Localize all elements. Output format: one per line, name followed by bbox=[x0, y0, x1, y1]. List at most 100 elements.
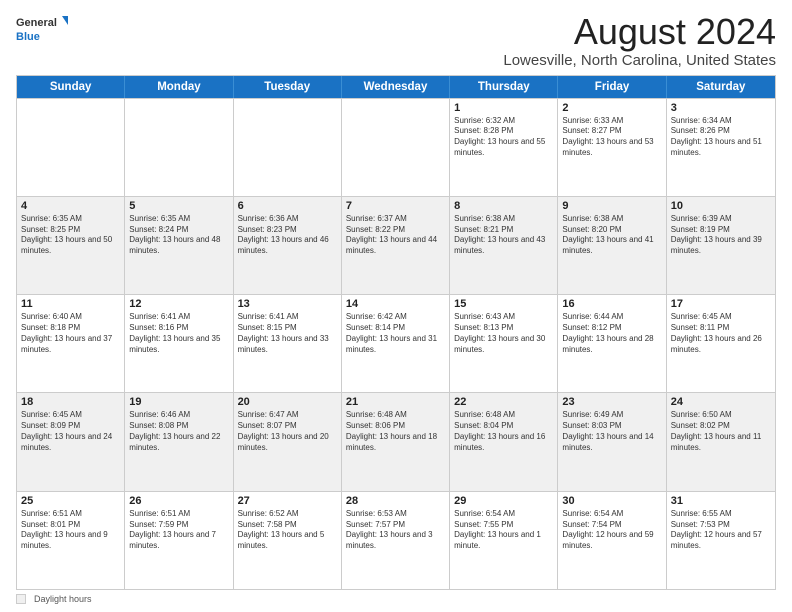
day-info: Sunrise: 6:52 AMSunset: 7:58 PMDaylight:… bbox=[238, 509, 337, 552]
calendar-cell: 23 Sunrise: 6:49 AMSunset: 8:03 PMDayligh… bbox=[558, 393, 666, 490]
day-info: Sunrise: 6:45 AMSunset: 8:11 PMDaylight:… bbox=[671, 312, 771, 355]
calendar-header-cell: Saturday bbox=[667, 76, 775, 98]
day-number: 16 bbox=[562, 298, 661, 310]
day-number: 29 bbox=[454, 495, 553, 507]
calendar-header: SundayMondayTuesdayWednesdayThursdayFrid… bbox=[17, 76, 775, 98]
day-info: Sunrise: 6:51 AMSunset: 7:59 PMDaylight:… bbox=[129, 509, 228, 552]
calendar-cell: 7 Sunrise: 6:37 AMSunset: 8:22 PMDaylight… bbox=[342, 197, 450, 294]
day-number: 18 bbox=[21, 396, 120, 408]
calendar-cell: 9 Sunrise: 6:38 AMSunset: 8:20 PMDaylight… bbox=[558, 197, 666, 294]
day-number: 13 bbox=[238, 298, 337, 310]
calendar-header-cell: Sunday bbox=[17, 76, 125, 98]
day-number: 22 bbox=[454, 396, 553, 408]
calendar-week-1: 1 Sunrise: 6:32 AMSunset: 8:28 PMDaylight… bbox=[17, 98, 775, 196]
day-info: Sunrise: 6:36 AMSunset: 8:23 PMDaylight:… bbox=[238, 214, 337, 257]
page: General Blue August 2024 Lowesville, Nor… bbox=[0, 0, 792, 612]
calendar-cell: 16 Sunrise: 6:44 AMSunset: 8:12 PMDayligh… bbox=[558, 295, 666, 392]
calendar-cell: 6 Sunrise: 6:36 AMSunset: 8:23 PMDaylight… bbox=[234, 197, 342, 294]
calendar-cell: 22 Sunrise: 6:48 AMSunset: 8:04 PMDayligh… bbox=[450, 393, 558, 490]
day-info: Sunrise: 6:38 AMSunset: 8:21 PMDaylight:… bbox=[454, 214, 553, 257]
day-number: 31 bbox=[671, 495, 771, 507]
subtitle: Lowesville, North Carolina, United State… bbox=[503, 52, 776, 69]
calendar-cell: 1 Sunrise: 6:32 AMSunset: 8:28 PMDaylight… bbox=[450, 99, 558, 196]
calendar-cell: 11Sunrise: 6:40 AMSunset: 8:18 PMDayligh… bbox=[17, 295, 125, 392]
svg-text:General: General bbox=[16, 17, 57, 29]
day-number: 9 bbox=[562, 200, 661, 212]
calendar-header-cell: Monday bbox=[125, 76, 233, 98]
svg-text:Blue: Blue bbox=[16, 31, 40, 43]
calendar-cell: 3Sunrise: 6:34 AMSunset: 8:26 PMDaylight… bbox=[667, 99, 775, 196]
day-number: 21 bbox=[346, 396, 445, 408]
calendar-cell: 27Sunrise: 6:52 AMSunset: 7:58 PMDayligh… bbox=[234, 492, 342, 589]
day-number: 4 bbox=[21, 200, 120, 212]
day-info: Sunrise: 6:32 AMSunset: 8:28 PMDaylight:… bbox=[454, 116, 553, 159]
day-info: Sunrise: 6:48 AMSunset: 8:04 PMDaylight:… bbox=[454, 410, 553, 453]
day-info: Sunrise: 6:39 AMSunset: 8:19 PMDaylight:… bbox=[671, 214, 771, 257]
calendar-header-cell: Tuesday bbox=[234, 76, 342, 98]
day-number: 17 bbox=[671, 298, 771, 310]
day-info: Sunrise: 6:46 AMSunset: 8:08 PMDaylight:… bbox=[129, 410, 228, 453]
calendar-cell: 8 Sunrise: 6:38 AMSunset: 8:21 PMDaylight… bbox=[450, 197, 558, 294]
calendar-cell: 12 Sunrise: 6:41 AMSunset: 8:16 PMDayligh… bbox=[125, 295, 233, 392]
day-info: Sunrise: 6:34 AMSunset: 8:26 PMDaylight:… bbox=[671, 116, 771, 159]
day-info: Sunrise: 6:50 AMSunset: 8:02 PMDaylight:… bbox=[671, 410, 771, 453]
day-number: 23 bbox=[562, 396, 661, 408]
title-block: August 2024 Lowesville, North Carolina, … bbox=[503, 12, 776, 69]
day-info: Sunrise: 6:54 AMSunset: 7:55 PMDaylight:… bbox=[454, 509, 553, 552]
calendar-cell: 10 Sunrise: 6:39 AMSunset: 8:19 PMDayligh… bbox=[667, 197, 775, 294]
day-info: Sunrise: 6:49 AMSunset: 8:03 PMDaylight:… bbox=[562, 410, 661, 453]
day-info: Sunrise: 6:38 AMSunset: 8:20 PMDaylight:… bbox=[562, 214, 661, 257]
calendar-body: 1 Sunrise: 6:32 AMSunset: 8:28 PMDaylight… bbox=[17, 98, 775, 589]
calendar-cell: 29 Sunrise: 6:54 AMSunset: 7:55 PMDayligh… bbox=[450, 492, 558, 589]
day-info: Sunrise: 6:35 AMSunset: 8:25 PMDaylight:… bbox=[21, 214, 120, 257]
day-info: Sunrise: 6:35 AMSunset: 8:24 PMDaylight:… bbox=[129, 214, 228, 257]
calendar-cell bbox=[342, 99, 450, 196]
day-info: Sunrise: 6:54 AMSunset: 7:54 PMDaylight:… bbox=[562, 509, 661, 552]
calendar-cell: 21Sunrise: 6:48 AMSunset: 8:06 PMDayligh… bbox=[342, 393, 450, 490]
calendar-week-5: 25Sunrise: 6:51 AMSunset: 8:01 PMDayligh… bbox=[17, 491, 775, 589]
day-info: Sunrise: 6:41 AMSunset: 8:15 PMDaylight:… bbox=[238, 312, 337, 355]
legend-label: Daylight hours bbox=[34, 594, 92, 604]
calendar-cell: 20Sunrise: 6:47 AMSunset: 8:07 PMDayligh… bbox=[234, 393, 342, 490]
calendar-cell: 28Sunrise: 6:53 AMSunset: 7:57 PMDayligh… bbox=[342, 492, 450, 589]
day-number: 1 bbox=[454, 102, 553, 114]
day-number: 12 bbox=[129, 298, 228, 310]
day-number: 6 bbox=[238, 200, 337, 212]
day-number: 14 bbox=[346, 298, 445, 310]
calendar-cell: 13 Sunrise: 6:41 AMSunset: 8:15 PMDayligh… bbox=[234, 295, 342, 392]
main-title: August 2024 bbox=[503, 12, 776, 52]
calendar-cell: 5 Sunrise: 6:35 AMSunset: 8:24 PMDaylight… bbox=[125, 197, 233, 294]
day-number: 28 bbox=[346, 495, 445, 507]
calendar-cell bbox=[125, 99, 233, 196]
calendar-cell: 19 Sunrise: 6:46 AMSunset: 8:08 PMDayligh… bbox=[125, 393, 233, 490]
day-number: 19 bbox=[129, 396, 228, 408]
day-number: 30 bbox=[562, 495, 661, 507]
day-number: 10 bbox=[671, 200, 771, 212]
calendar-cell: 30 Sunrise: 6:54 AMSunset: 7:54 PMDayligh… bbox=[558, 492, 666, 589]
day-number: 2 bbox=[562, 102, 661, 114]
day-info: Sunrise: 6:41 AMSunset: 8:16 PMDaylight:… bbox=[129, 312, 228, 355]
day-number: 11 bbox=[21, 298, 120, 310]
calendar-cell bbox=[17, 99, 125, 196]
day-number: 26 bbox=[129, 495, 228, 507]
calendar-header-cell: Thursday bbox=[450, 76, 558, 98]
calendar-cell: 31Sunrise: 6:55 AMSunset: 7:53 PMDayligh… bbox=[667, 492, 775, 589]
day-number: 5 bbox=[129, 200, 228, 212]
calendar-header-cell: Friday bbox=[558, 76, 666, 98]
day-info: Sunrise: 6:45 AMSunset: 8:09 PMDaylight:… bbox=[21, 410, 120, 453]
day-info: Sunrise: 6:37 AMSunset: 8:22 PMDaylight:… bbox=[346, 214, 445, 257]
calendar-week-4: 18 Sunrise: 6:45 AMSunset: 8:09 PMDayligh… bbox=[17, 392, 775, 490]
day-number: 8 bbox=[454, 200, 553, 212]
calendar-cell: 24Sunrise: 6:50 AMSunset: 8:02 PMDayligh… bbox=[667, 393, 775, 490]
day-info: Sunrise: 6:51 AMSunset: 8:01 PMDaylight:… bbox=[21, 509, 120, 552]
calendar-week-3: 11Sunrise: 6:40 AMSunset: 8:18 PMDayligh… bbox=[17, 294, 775, 392]
legend: Daylight hours bbox=[16, 594, 776, 604]
calendar-cell: 4 Sunrise: 6:35 AMSunset: 8:25 PMDaylight… bbox=[17, 197, 125, 294]
header: General Blue August 2024 Lowesville, Nor… bbox=[16, 12, 776, 69]
calendar-cell bbox=[234, 99, 342, 196]
legend-box bbox=[16, 594, 26, 604]
day-number: 7 bbox=[346, 200, 445, 212]
calendar-cell: 15Sunrise: 6:43 AMSunset: 8:13 PMDayligh… bbox=[450, 295, 558, 392]
day-info: Sunrise: 6:44 AMSunset: 8:12 PMDaylight:… bbox=[562, 312, 661, 355]
calendar-cell: 2Sunrise: 6:33 AMSunset: 8:27 PMDaylight… bbox=[558, 99, 666, 196]
